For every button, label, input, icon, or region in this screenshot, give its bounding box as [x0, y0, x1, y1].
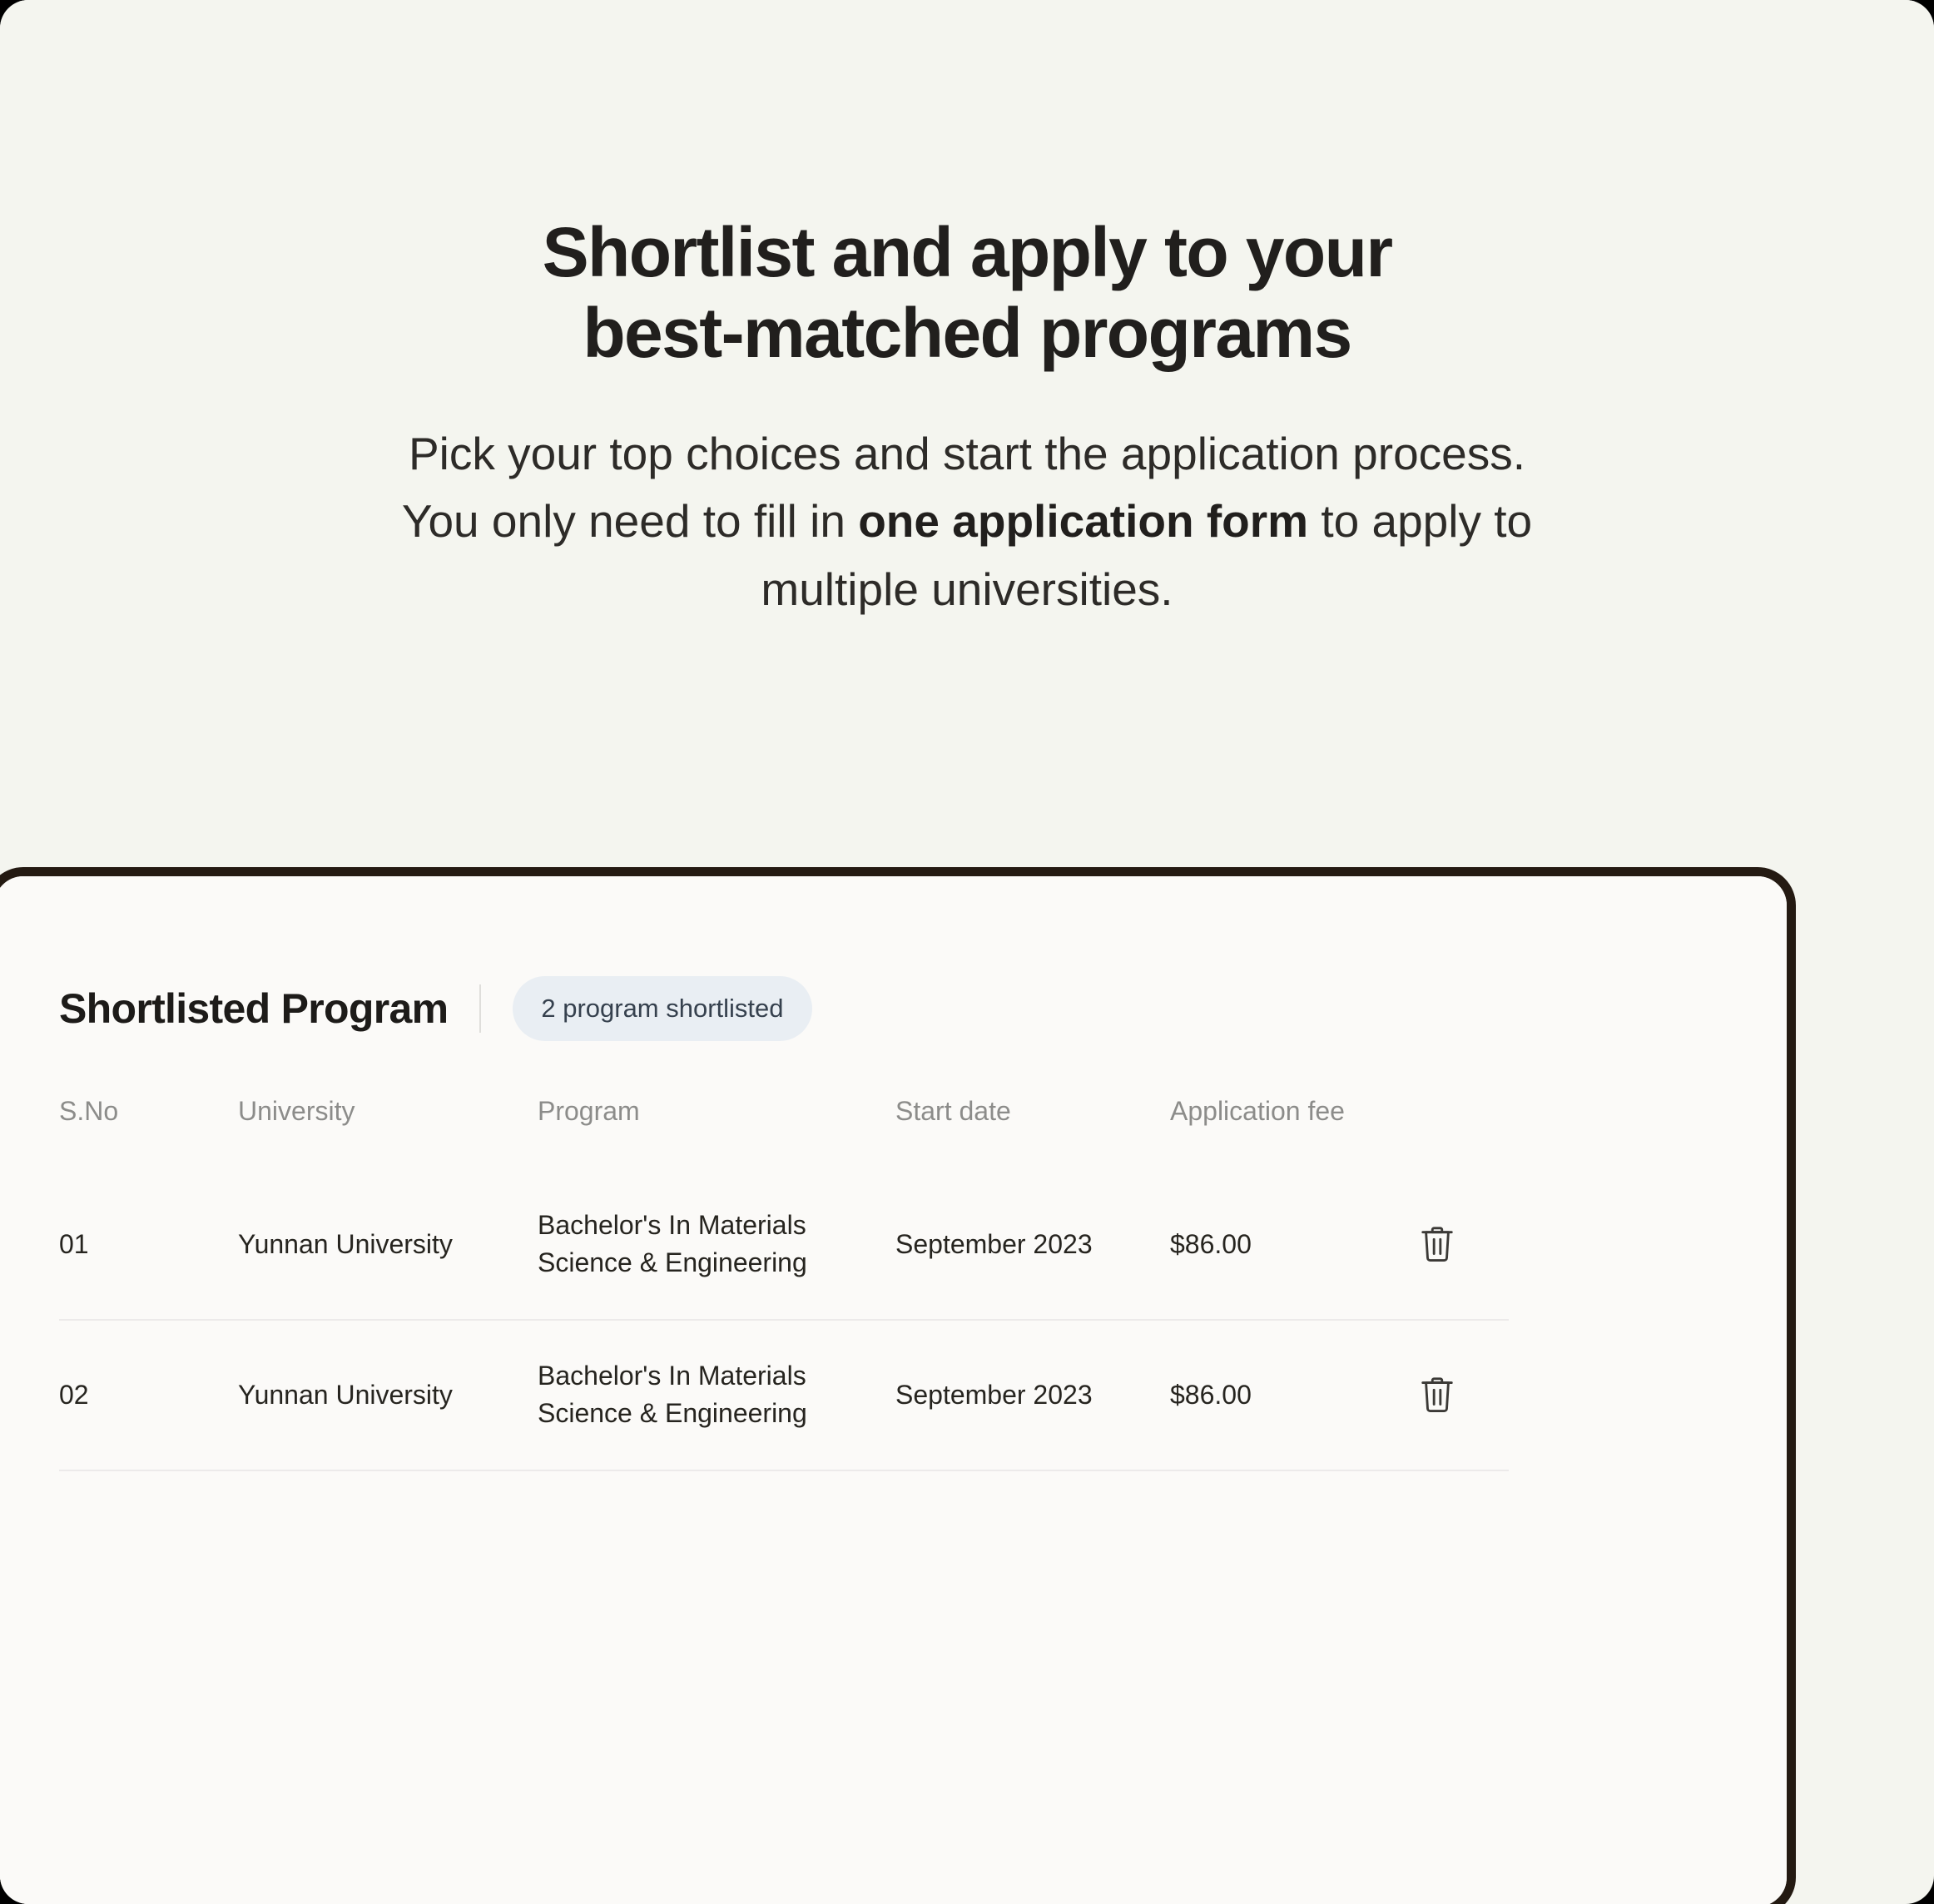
column-header-program: Program — [538, 1096, 640, 1126]
column-header-university: University — [238, 1096, 355, 1126]
delete-row-button[interactable] — [1418, 1222, 1456, 1266]
table-row[interactable]: 02 Yunnan University Bachelor's In Mater… — [59, 1320, 1509, 1470]
column-header-application-fee: Application fee — [1170, 1096, 1345, 1126]
program-line-1: Bachelor's In Materials — [538, 1210, 806, 1240]
shortlist-panel-header: Shortlisted Program 2 program shortliste… — [59, 976, 812, 1041]
page-title: Shortlist and apply to your best-matched… — [293, 212, 1641, 374]
cell-start-date: September 2023 — [895, 1379, 1093, 1410]
status-badge: 2 program shortlisted — [513, 976, 812, 1041]
cell-sno: 01 — [59, 1228, 89, 1259]
shortlist-panel-title: Shortlisted Program — [59, 985, 449, 1032]
program-line-1: Bachelor's In Materials — [538, 1360, 806, 1391]
column-header-sno: S.No — [59, 1096, 119, 1126]
delete-row-button[interactable] — [1418, 1373, 1456, 1416]
program-line-2: Science & Engineering — [538, 1398, 807, 1429]
cell-actions — [1395, 1320, 1509, 1470]
cell-program: Bachelor's In Materials Science & Engine… — [538, 1170, 895, 1320]
column-header-actions — [1395, 1096, 1509, 1170]
cell-actions — [1395, 1170, 1509, 1320]
program-line-2: Science & Engineering — [538, 1247, 807, 1278]
browser-frame: Shortlisted Program 2 program shortliste… — [0, 867, 1796, 1904]
page-root: Shortlist and apply to your best-matched… — [0, 0, 1934, 1904]
subtitle-emphasis: one application form — [858, 495, 1309, 548]
cell-application-fee: $86.00 — [1170, 1379, 1252, 1410]
table-row[interactable]: 01 Yunnan University Bachelor's In Mater… — [59, 1170, 1509, 1320]
page-title-line2: best-matched programs — [583, 294, 1352, 373]
table-header: S.No University Program Start date Appli… — [59, 1096, 1509, 1170]
app-viewport: Shortlisted Program 2 program shortliste… — [0, 876, 1787, 1904]
column-header-start-date: Start date — [895, 1096, 1011, 1126]
hero-section: Shortlist and apply to your best-matched… — [0, 0, 1934, 865]
cell-application-fee: $86.00 — [1170, 1228, 1252, 1259]
shortlisted-programs-table: S.No University Program Start date Appli… — [59, 1096, 1509, 1471]
page-subtitle: Pick your top choices and start the appl… — [376, 420, 1558, 623]
cell-university: Yunnan University — [238, 1379, 453, 1410]
table-header-row: S.No University Program Start date Appli… — [59, 1096, 1509, 1170]
trash-icon — [1421, 1377, 1453, 1413]
table-body: 01 Yunnan University Bachelor's In Mater… — [59, 1170, 1509, 1470]
trash-icon — [1421, 1227, 1453, 1262]
page-title-line1: Shortlist and apply to your — [542, 213, 1393, 291]
cell-university: Yunnan University — [238, 1228, 453, 1259]
cell-start-date: September 2023 — [895, 1228, 1093, 1259]
header-divider — [479, 984, 482, 1033]
cell-sno: 02 — [59, 1379, 89, 1410]
cell-program: Bachelor's In Materials Science & Engine… — [538, 1320, 895, 1470]
